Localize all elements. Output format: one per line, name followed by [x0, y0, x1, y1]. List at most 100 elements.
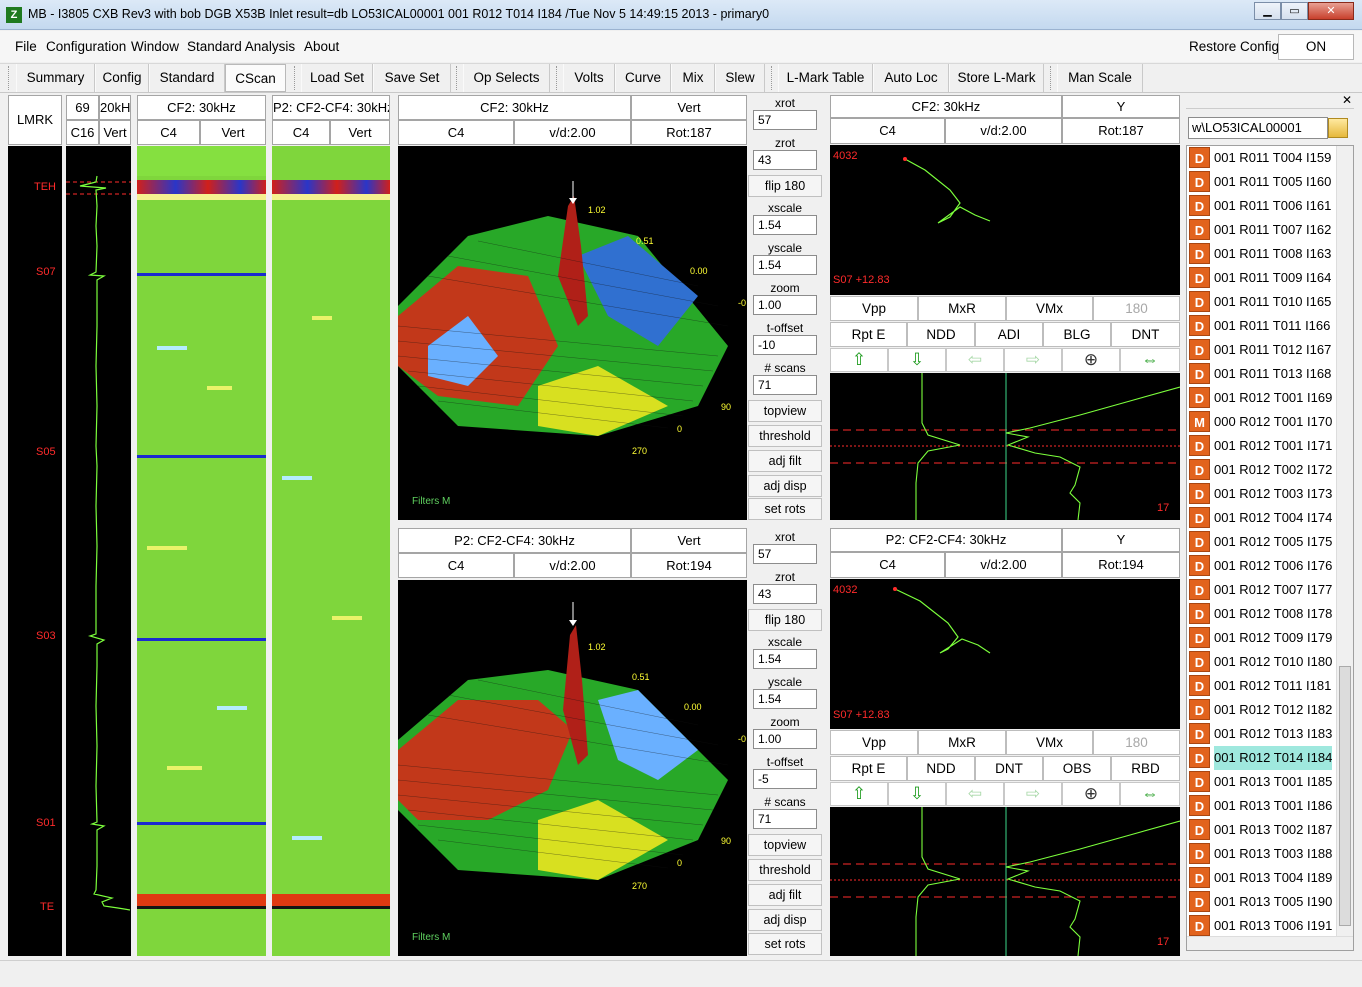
file-list-item[interactable]: D 001 R012 T001 I169 [1187, 386, 1353, 410]
set-rots-button[interactable]: set rots [748, 933, 822, 955]
xrot-input[interactable]: 57 [753, 110, 817, 130]
adi-button[interactable]: ADI [975, 322, 1043, 347]
file-list-item[interactable]: D 001 R013 T005 I190 [1187, 890, 1353, 914]
liss-bottom-plot[interactable]: 4032 S07 +12.83 [830, 579, 1180, 729]
file-list-item[interactable]: D 001 R012 T008 I178 [1187, 602, 1353, 626]
liss-bottom-trace[interactable]: 17 [830, 807, 1181, 957]
move-left-icon[interactable]: ⇦ [946, 782, 1004, 806]
mxr-button[interactable]: MxR [918, 730, 1006, 755]
fit-icon[interactable]: ⇔ [1120, 348, 1180, 372]
angle-180-button[interactable]: 180 [1093, 730, 1180, 755]
file-list-item[interactable]: D 001 R012 T002 I172 [1187, 458, 1353, 482]
man-scale-button[interactable]: Man Scale [1057, 64, 1143, 92]
menu-window[interactable]: Window [131, 39, 179, 54]
flip-180-button[interactable]: flip 180 [748, 175, 822, 197]
file-list-item[interactable]: D 001 R012 T011 I181 [1187, 674, 1353, 698]
menu-file[interactable]: File [15, 39, 37, 54]
auto-loc-button[interactable]: Auto Loc [873, 64, 949, 92]
volts-button[interactable]: Volts [563, 64, 615, 92]
file-list-item[interactable]: D 001 R011 T011 I166 [1187, 314, 1353, 338]
scans-input[interactable]: 71 [753, 375, 817, 395]
landmark-strip[interactable]: TEH S07 S05 S03 S01 TE [8, 146, 62, 956]
mix-button[interactable]: Mix [671, 64, 715, 92]
title-bar[interactable]: Z MB - I3805 CXB Rev3 with bob DGB X53B … [0, 0, 1362, 30]
mxr-button[interactable]: MxR [918, 296, 1006, 321]
topview-button[interactable]: topview [748, 400, 822, 422]
file-list-item[interactable]: D 001 R013 T001 I185 [1187, 770, 1353, 794]
t-offset-input[interactable]: -10 [753, 335, 817, 355]
file-list-item[interactable]: D 001 R011 T005 I160 [1187, 170, 1353, 194]
file-list-item[interactable]: D 001 R012 T003 I173 [1187, 482, 1353, 506]
vmx-button[interactable]: VMx [1006, 730, 1093, 755]
file-list-item[interactable]: D 001 R012 T009 I179 [1187, 626, 1353, 650]
slew-button[interactable]: Slew [715, 64, 765, 92]
close-button[interactable]: ✕ [1308, 2, 1354, 20]
threshold-button[interactable]: threshold [748, 859, 822, 881]
vpp-button[interactable]: Vpp [830, 730, 918, 755]
scrollbar-thumb[interactable] [1339, 666, 1351, 926]
zrot-input[interactable]: 43 [753, 150, 817, 170]
file-list-item[interactable]: D 001 R013 T004 I189 [1187, 866, 1353, 890]
view3d-top-plot[interactable]: 1.02 0.51 0.00 -0 90 0 270 Filters M [397, 146, 747, 520]
zoom-icon[interactable]: ⊕ [1062, 348, 1120, 372]
vpp-button[interactable]: Vpp [830, 296, 918, 321]
file-list-item[interactable]: D 001 R012 T007 I177 [1187, 578, 1353, 602]
file-list-item[interactable]: D 001 R013 T003 I188 [1187, 842, 1353, 866]
load-set-button[interactable]: Load Set [301, 64, 373, 92]
file-list-item[interactable]: D 001 R013 T002 I187 [1187, 818, 1353, 842]
file-list-item[interactable]: D 001 R012 T010 I180 [1187, 650, 1353, 674]
topview-button[interactable]: topview [748, 834, 822, 856]
move-down-icon[interactable]: ⇩ [888, 348, 946, 372]
horizontal-scrollbar[interactable] [1187, 936, 1353, 950]
cscan2-plot[interactable] [272, 146, 390, 956]
file-list-item[interactable]: D 001 R011 T008 I163 [1187, 242, 1353, 266]
tab-cscan[interactable]: CScan [225, 64, 286, 92]
minimize-button[interactable]: ▁ [1254, 2, 1281, 20]
yscale-input[interactable]: 1.54 [753, 689, 817, 709]
adj-disp-button[interactable]: adj disp [748, 475, 822, 497]
move-left-icon[interactable]: ⇦ [946, 348, 1004, 372]
file-list-item[interactable]: D 001 R012 T006 I176 [1187, 554, 1353, 578]
file-list[interactable]: D 001 R011 T004 I159 D 001 R011 T005 I160 D 0… [1186, 145, 1354, 951]
curve-button[interactable]: Curve [615, 64, 671, 92]
ndd-button[interactable]: NDD [907, 322, 975, 347]
vmx-button[interactable]: VMx [1006, 296, 1093, 321]
zoom-input[interactable]: 1.00 [753, 729, 817, 749]
tab-summary[interactable]: Summary [16, 64, 95, 92]
path-input[interactable]: w\LO53ICAL00001 [1188, 117, 1328, 139]
l-mark-table-button[interactable]: L-Mark Table [778, 64, 873, 92]
file-list-item[interactable]: D 001 R011 T013 I168 [1187, 362, 1353, 386]
file-list-item[interactable]: D 001 R012 T014 I184 [1187, 746, 1353, 770]
move-right-icon[interactable]: ⇨ [1004, 348, 1062, 372]
zrot-input[interactable]: 43 [753, 584, 817, 604]
blg-button[interactable]: BLG [1043, 322, 1111, 347]
xscale-input[interactable]: 1.54 [753, 215, 817, 235]
yscale-input[interactable]: 1.54 [753, 255, 817, 275]
menu-about[interactable]: About [304, 39, 339, 54]
fit-icon[interactable]: ⇔ [1120, 782, 1180, 806]
adj-filt-button[interactable]: adj filt [748, 884, 822, 906]
file-list-item[interactable]: D 001 R012 T012 I182 [1187, 698, 1353, 722]
file-list-item[interactable]: D 001 R011 T007 I162 [1187, 218, 1353, 242]
flip-180-button[interactable]: flip 180 [748, 609, 822, 631]
move-down-icon[interactable]: ⇩ [888, 782, 946, 806]
op-selects-button[interactable]: Op Selects [463, 64, 550, 92]
menu-standard-analysis[interactable]: Standard Analysis [187, 39, 295, 54]
liss-top-plot[interactable]: 4032 S07 +12.83 [830, 145, 1180, 295]
filelist-close-icon[interactable]: ✕ [1342, 93, 1352, 107]
threshold-button[interactable]: threshold [748, 425, 822, 447]
restore-config-button[interactable]: Restore Config [1189, 39, 1279, 54]
file-list-item[interactable]: D 001 R012 T004 I174 [1187, 506, 1353, 530]
file-list-item[interactable]: M 000 R012 T001 I170 [1187, 410, 1353, 434]
dnt-button[interactable]: DNT [975, 756, 1043, 781]
angle-180-button[interactable]: 180 [1093, 296, 1180, 321]
zoom-input[interactable]: 1.00 [753, 295, 817, 315]
move-up-icon[interactable]: ⇧ [830, 348, 888, 372]
dnt-button[interactable]: DNT [1111, 322, 1180, 347]
tab-standard[interactable]: Standard [149, 64, 225, 92]
file-list-item[interactable]: D 001 R012 T005 I175 [1187, 530, 1353, 554]
file-list-item[interactable]: D 001 R011 T009 I164 [1187, 266, 1353, 290]
save-set-button[interactable]: Save Set [373, 64, 451, 92]
t-offset-input[interactable]: -5 [753, 769, 817, 789]
file-list-item[interactable]: D 001 R012 T001 I171 [1187, 434, 1353, 458]
